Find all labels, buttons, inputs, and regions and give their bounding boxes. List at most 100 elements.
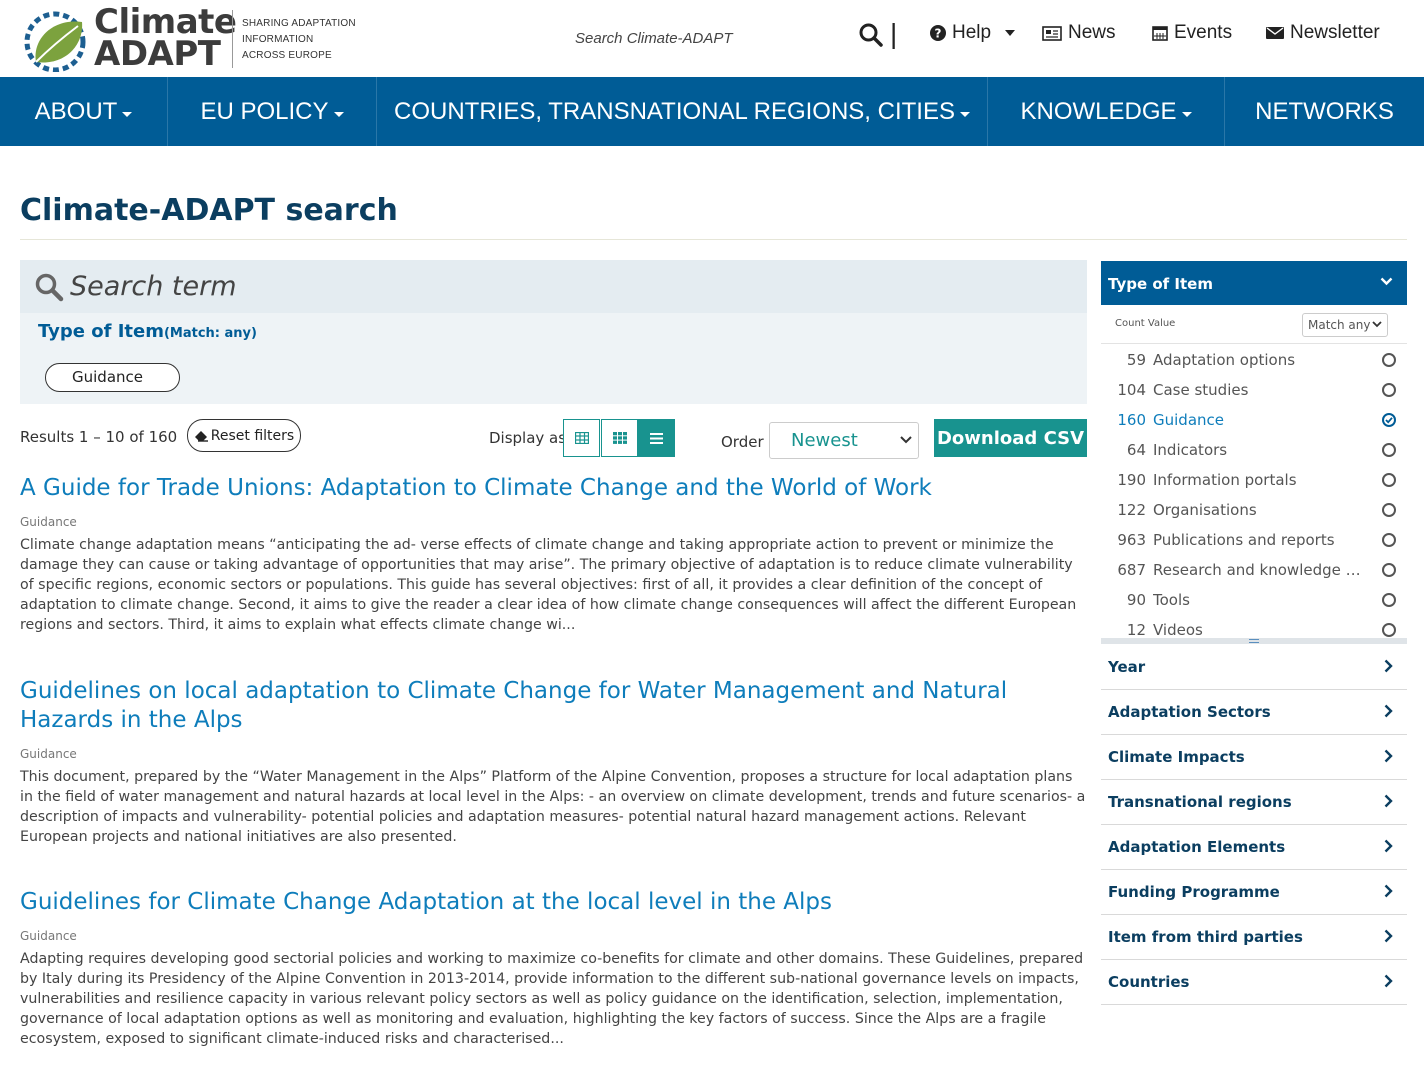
- facet-option-count: 190: [1117, 471, 1146, 489]
- radio-circle-icon[interactable]: [1382, 563, 1396, 577]
- order-select-value: Newest: [791, 430, 858, 451]
- facet-climate-impacts[interactable]: Climate Impacts: [1101, 735, 1407, 780]
- chevron-right-icon: [1384, 704, 1393, 718]
- search-panel: Type of Item(Match: any) Guidance: [20, 260, 1087, 404]
- download-csv-button[interactable]: Download CSV: [934, 419, 1087, 457]
- result-title-link[interactable]: Guidelines for Climate Change Adaptation…: [20, 888, 1087, 917]
- result-item: Guidelines for Climate Change Adaptation…: [20, 888, 1087, 1049]
- facet-option-label: Organisations: [1153, 501, 1257, 519]
- nav-countries[interactable]: COUNTRIES, TRANSNATIONAL REGIONS, CITIES: [377, 77, 988, 146]
- site-logo[interactable]: Climate ADAPT SHARING ADAPTATION INFORMA…: [22, 5, 362, 74]
- active-facet-title: Type of Item: [38, 321, 164, 342]
- facet-option[interactable]: 104 Case studies: [1101, 375, 1407, 405]
- order-select[interactable]: Newest: [769, 422, 919, 459]
- chevron-down-icon: [1380, 277, 1393, 286]
- nav-about[interactable]: ABOUT: [0, 77, 168, 146]
- newsletter-label: Newsletter: [1290, 22, 1380, 43]
- search-icon[interactable]: [858, 22, 884, 48]
- nav-knowledge[interactable]: KNOWLEDGE: [988, 77, 1225, 146]
- facet-option-label: Publications and reports: [1153, 531, 1335, 549]
- facet-option[interactable]: 963 Publications and reports: [1101, 525, 1407, 555]
- nav-eu-policy[interactable]: EU POLICY: [168, 77, 377, 146]
- facet-option-label: Research and knowledge projects: [1153, 561, 1369, 579]
- facet-adaptation-sectors-label: Adaptation Sectors: [1108, 703, 1271, 721]
- facet-countries[interactable]: Countries: [1101, 960, 1407, 1005]
- type-of-item-facet-header[interactable]: Type of Item: [1101, 261, 1407, 305]
- caret-down-icon: [959, 112, 970, 117]
- facet-option-label: Videos: [1153, 621, 1203, 639]
- chevron-right-icon: [1384, 884, 1393, 898]
- tagline-line-1: SHARING ADAPTATION: [242, 18, 356, 29]
- result-type: Guidance: [20, 929, 77, 943]
- radio-circle-icon[interactable]: [1382, 353, 1396, 367]
- result-title-link[interactable]: Guidelines on local adaptation to Climat…: [20, 677, 1087, 735]
- nav-knowledge-label: KNOWLEDGE: [1020, 97, 1177, 125]
- radio-circle-icon[interactable]: [1382, 503, 1396, 517]
- main-navigation: ABOUT EU POLICY COUNTRIES, TRANSNATIONAL…: [0, 77, 1424, 146]
- facet-option-count: 90: [1126, 591, 1146, 609]
- facet-funding-programme[interactable]: Funding Programme: [1101, 870, 1407, 915]
- radio-circle-icon[interactable]: [1382, 443, 1396, 457]
- result-item: A Guide for Trade Unions: Adaptation to …: [20, 474, 1087, 635]
- facet-option[interactable]: 64 Indicators: [1101, 435, 1407, 465]
- check-circle-icon[interactable]: [1382, 413, 1396, 427]
- grid-icon: [612, 432, 627, 444]
- events-link[interactable]: Events: [1152, 22, 1232, 44]
- type-of-item-facet-list: 59 Adaptation options 104 Case studies 160 Gu…: [1101, 343, 1407, 639]
- facet-transnational-regions[interactable]: Transnational regions: [1101, 780, 1407, 825]
- nav-networks[interactable]: NETWORKS: [1225, 77, 1424, 146]
- facet-option[interactable]: 190 Information portals: [1101, 465, 1407, 495]
- facet-option-count: 963: [1117, 531, 1146, 549]
- facet-item-from-third-parties[interactable]: Item from third parties: [1101, 915, 1407, 960]
- caret-down-icon: [333, 112, 344, 117]
- display-list-button[interactable]: [638, 419, 675, 457]
- radio-circle-icon[interactable]: [1382, 623, 1396, 637]
- display-table-button[interactable]: [563, 419, 600, 457]
- facet-option[interactable]: 122 Organisations: [1101, 495, 1407, 525]
- facet-item-from-third-parties-label: Item from third parties: [1108, 928, 1303, 946]
- match-select[interactable]: Match any: [1302, 313, 1388, 337]
- facet-option[interactable]: 90 Tools: [1101, 585, 1407, 615]
- radio-circle-icon[interactable]: [1382, 533, 1396, 547]
- newspaper-icon: [1042, 25, 1062, 41]
- scrollbar-grip[interactable]: [1249, 639, 1259, 643]
- facet-list-scrollbar[interactable]: [1101, 638, 1407, 644]
- facet-adaptation-elements[interactable]: Adaptation Elements: [1101, 825, 1407, 870]
- news-link[interactable]: News: [1042, 22, 1116, 44]
- chevron-right-icon: [1384, 659, 1393, 673]
- radio-circle-icon[interactable]: [1382, 593, 1396, 607]
- facet-option-label: Adaptation options: [1153, 351, 1296, 369]
- facet-option[interactable]: 160 Guidance: [1101, 405, 1407, 435]
- newsletter-link[interactable]: Newsletter: [1266, 22, 1380, 44]
- active-facet-heading: Type of Item(Match: any): [38, 321, 257, 342]
- events-label: Events: [1174, 22, 1233, 43]
- result-title-link[interactable]: A Guide for Trade Unions: Adaptation to …: [20, 474, 1087, 503]
- news-label: News: [1068, 22, 1116, 43]
- help-menu[interactable]: ? Help: [930, 22, 1016, 44]
- radio-circle-icon[interactable]: [1382, 383, 1396, 397]
- facet-funding-programme-label: Funding Programme: [1108, 883, 1280, 901]
- nav-eu-policy-label: EU POLICY: [200, 97, 329, 125]
- facet-year[interactable]: Year: [1101, 645, 1407, 690]
- facet-option[interactable]: 59 Adaptation options: [1101, 345, 1407, 375]
- active-facet-match: (Match: any): [163, 326, 257, 341]
- logo-line-2: ADAPT: [94, 34, 221, 74]
- logo-divider: [232, 10, 233, 68]
- header-separator: |: [890, 18, 898, 49]
- tagline-line-2: INFORMATION: [242, 34, 314, 45]
- facet-adaptation-sectors[interactable]: Adaptation Sectors: [1101, 690, 1407, 735]
- search-term-input[interactable]: [70, 268, 970, 304]
- reset-filters-button[interactable]: Reset filters: [187, 419, 301, 452]
- site-search-input[interactable]: [575, 28, 835, 48]
- facet-option[interactable]: 12 Videos: [1101, 615, 1407, 639]
- radio-circle-icon[interactable]: [1382, 473, 1396, 487]
- facet-option[interactable]: 687 Research and knowledge projects: [1101, 555, 1407, 585]
- display-grid-button[interactable]: [601, 419, 638, 457]
- facet-option-count: 59: [1126, 351, 1146, 369]
- active-filter-chip[interactable]: Guidance: [45, 363, 180, 392]
- page-title: Climate-ADAPT search: [20, 193, 398, 228]
- facet-option-count: 160: [1117, 411, 1146, 429]
- count-value-label: Count Value: [1115, 318, 1176, 329]
- envelope-icon: [1266, 27, 1284, 39]
- facet-option-count: 687: [1117, 561, 1146, 579]
